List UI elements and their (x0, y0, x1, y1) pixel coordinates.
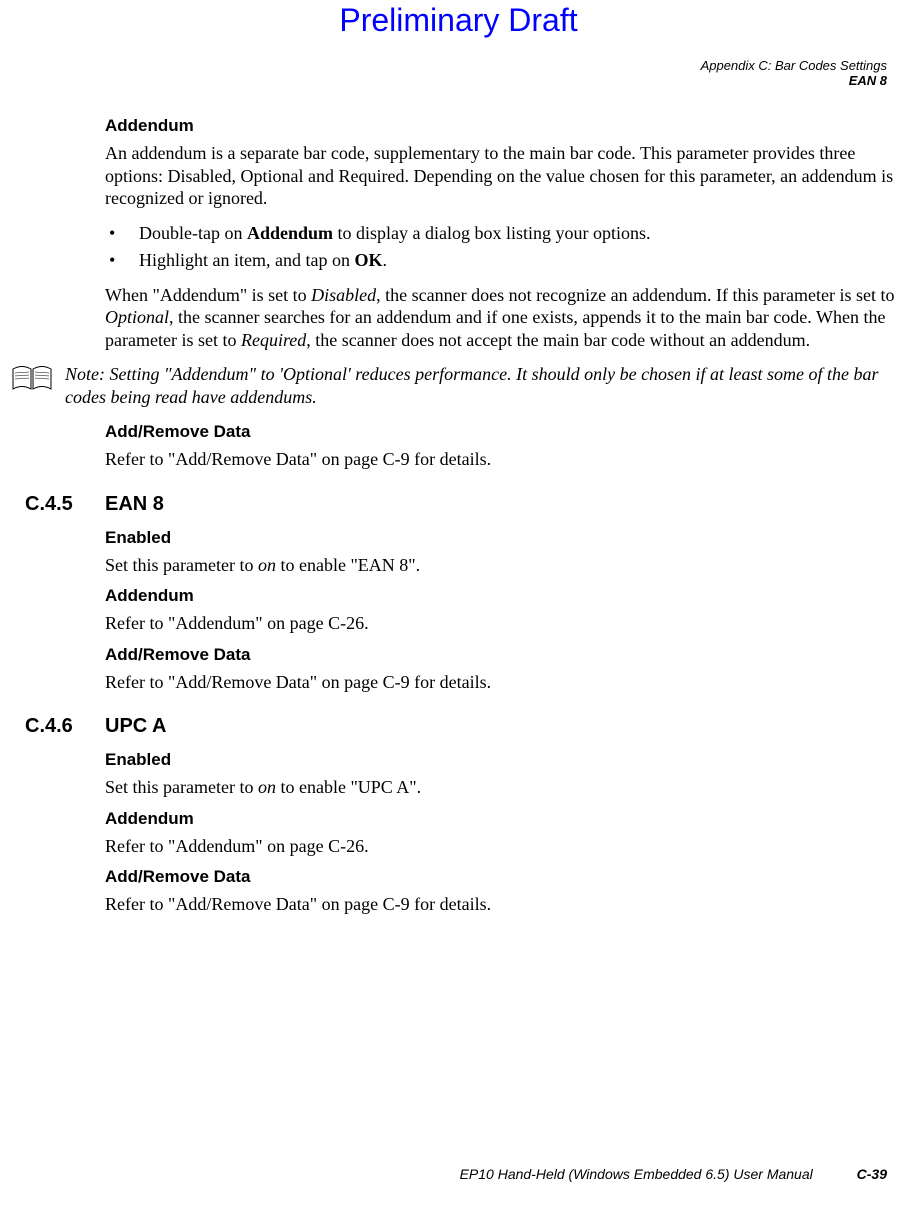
page-number: C-39 (857, 1166, 887, 1182)
header-right: Appendix C: Bar Codes Settings EAN 8 (701, 58, 887, 88)
section-title: EAN 8 (105, 493, 164, 516)
addremove-heading: Add/Remove Data (105, 867, 900, 887)
note-label: Note: (65, 364, 110, 384)
text: When "Addendum" is set to (105, 285, 311, 305)
text-italic: on (258, 555, 276, 575)
addremove-ref: Refer to "Add/Remove Data" on page C-9 f… (105, 893, 900, 916)
text-italic: on (258, 777, 276, 797)
addendum-intro: An addendum is a separate bar code, supp… (105, 142, 900, 210)
list-item: Double-tap on Addendum to display a dial… (105, 220, 900, 247)
text: Set this parameter to (105, 777, 258, 797)
book-icon (11, 365, 55, 398)
section-label: EAN 8 (701, 73, 887, 88)
text: to enable "UPC A". (276, 777, 421, 797)
note-body: Setting "Addendum" to 'Optional' reduces… (65, 364, 879, 407)
addremove-text: Refer to "Add/Remove Data" on page C-9 f… (105, 448, 900, 471)
page: Preliminary Draft Appendix C: Bar Codes … (0, 0, 917, 1208)
content-area: Addendum An addendum is a separate bar c… (105, 108, 900, 926)
section-number: C.4.6 (25, 715, 105, 738)
section-number: C.4.5 (25, 493, 105, 516)
addremove-heading: Add/Remove Data (105, 645, 900, 665)
text: , the scanner does not recognize an adde… (376, 285, 894, 305)
addendum-explain: When "Addendum" is set to Disabled, the … (105, 284, 900, 352)
addendum-heading: Addendum (105, 116, 900, 136)
footer-text: EP10 Hand-Held (Windows Embedded 6.5) Us… (460, 1166, 813, 1182)
bullet-bold: OK (354, 250, 382, 270)
section-heading-c45: C.4.5 EAN 8 (25, 493, 900, 516)
page-footer: EP10 Hand-Held (Windows Embedded 6.5) Us… (0, 1166, 887, 1182)
bullet-text: Double-tap on (139, 223, 247, 243)
text-italic: Disabled (311, 285, 376, 305)
addendum-ref: Refer to "Addendum" on page C-26. (105, 612, 900, 635)
addremove-ref: Refer to "Add/Remove Data" on page C-9 f… (105, 671, 900, 694)
addendum-bullets: Double-tap on Addendum to display a dial… (105, 220, 900, 274)
note-text: Note: Setting "Addendum" to 'Optional' r… (65, 363, 900, 408)
text-italic: Optional (105, 307, 169, 327)
note-block: Note: Setting "Addendum" to 'Optional' r… (11, 363, 900, 408)
addendum-heading: Addendum (105, 586, 900, 606)
enabled-text: Set this parameter to on to enable "UPC … (105, 776, 900, 799)
bullet-bold: Addendum (247, 223, 333, 243)
enabled-text: Set this parameter to on to enable "EAN … (105, 554, 900, 577)
preliminary-draft-header: Preliminary Draft (0, 2, 917, 39)
section-title: UPC A (105, 715, 166, 738)
addendum-heading: Addendum (105, 809, 900, 829)
enabled-heading: Enabled (105, 528, 900, 548)
bullet-text: Highlight an item, and tap on (139, 250, 354, 270)
text: Set this parameter to (105, 555, 258, 575)
list-item: Highlight an item, and tap on OK. (105, 247, 900, 274)
bullet-text: . (382, 250, 387, 270)
text: to enable "EAN 8". (276, 555, 420, 575)
bullet-text: to display a dialog box listing your opt… (333, 223, 651, 243)
section-heading-c46: C.4.6 UPC A (25, 715, 900, 738)
addendum-ref: Refer to "Addendum" on page C-26. (105, 835, 900, 858)
appendix-label: Appendix C: Bar Codes Settings (701, 58, 887, 73)
addremove-heading: Add/Remove Data (105, 422, 900, 442)
text-italic: Required (241, 330, 306, 350)
enabled-heading: Enabled (105, 750, 900, 770)
text: , the scanner does not accept the main b… (306, 330, 810, 350)
